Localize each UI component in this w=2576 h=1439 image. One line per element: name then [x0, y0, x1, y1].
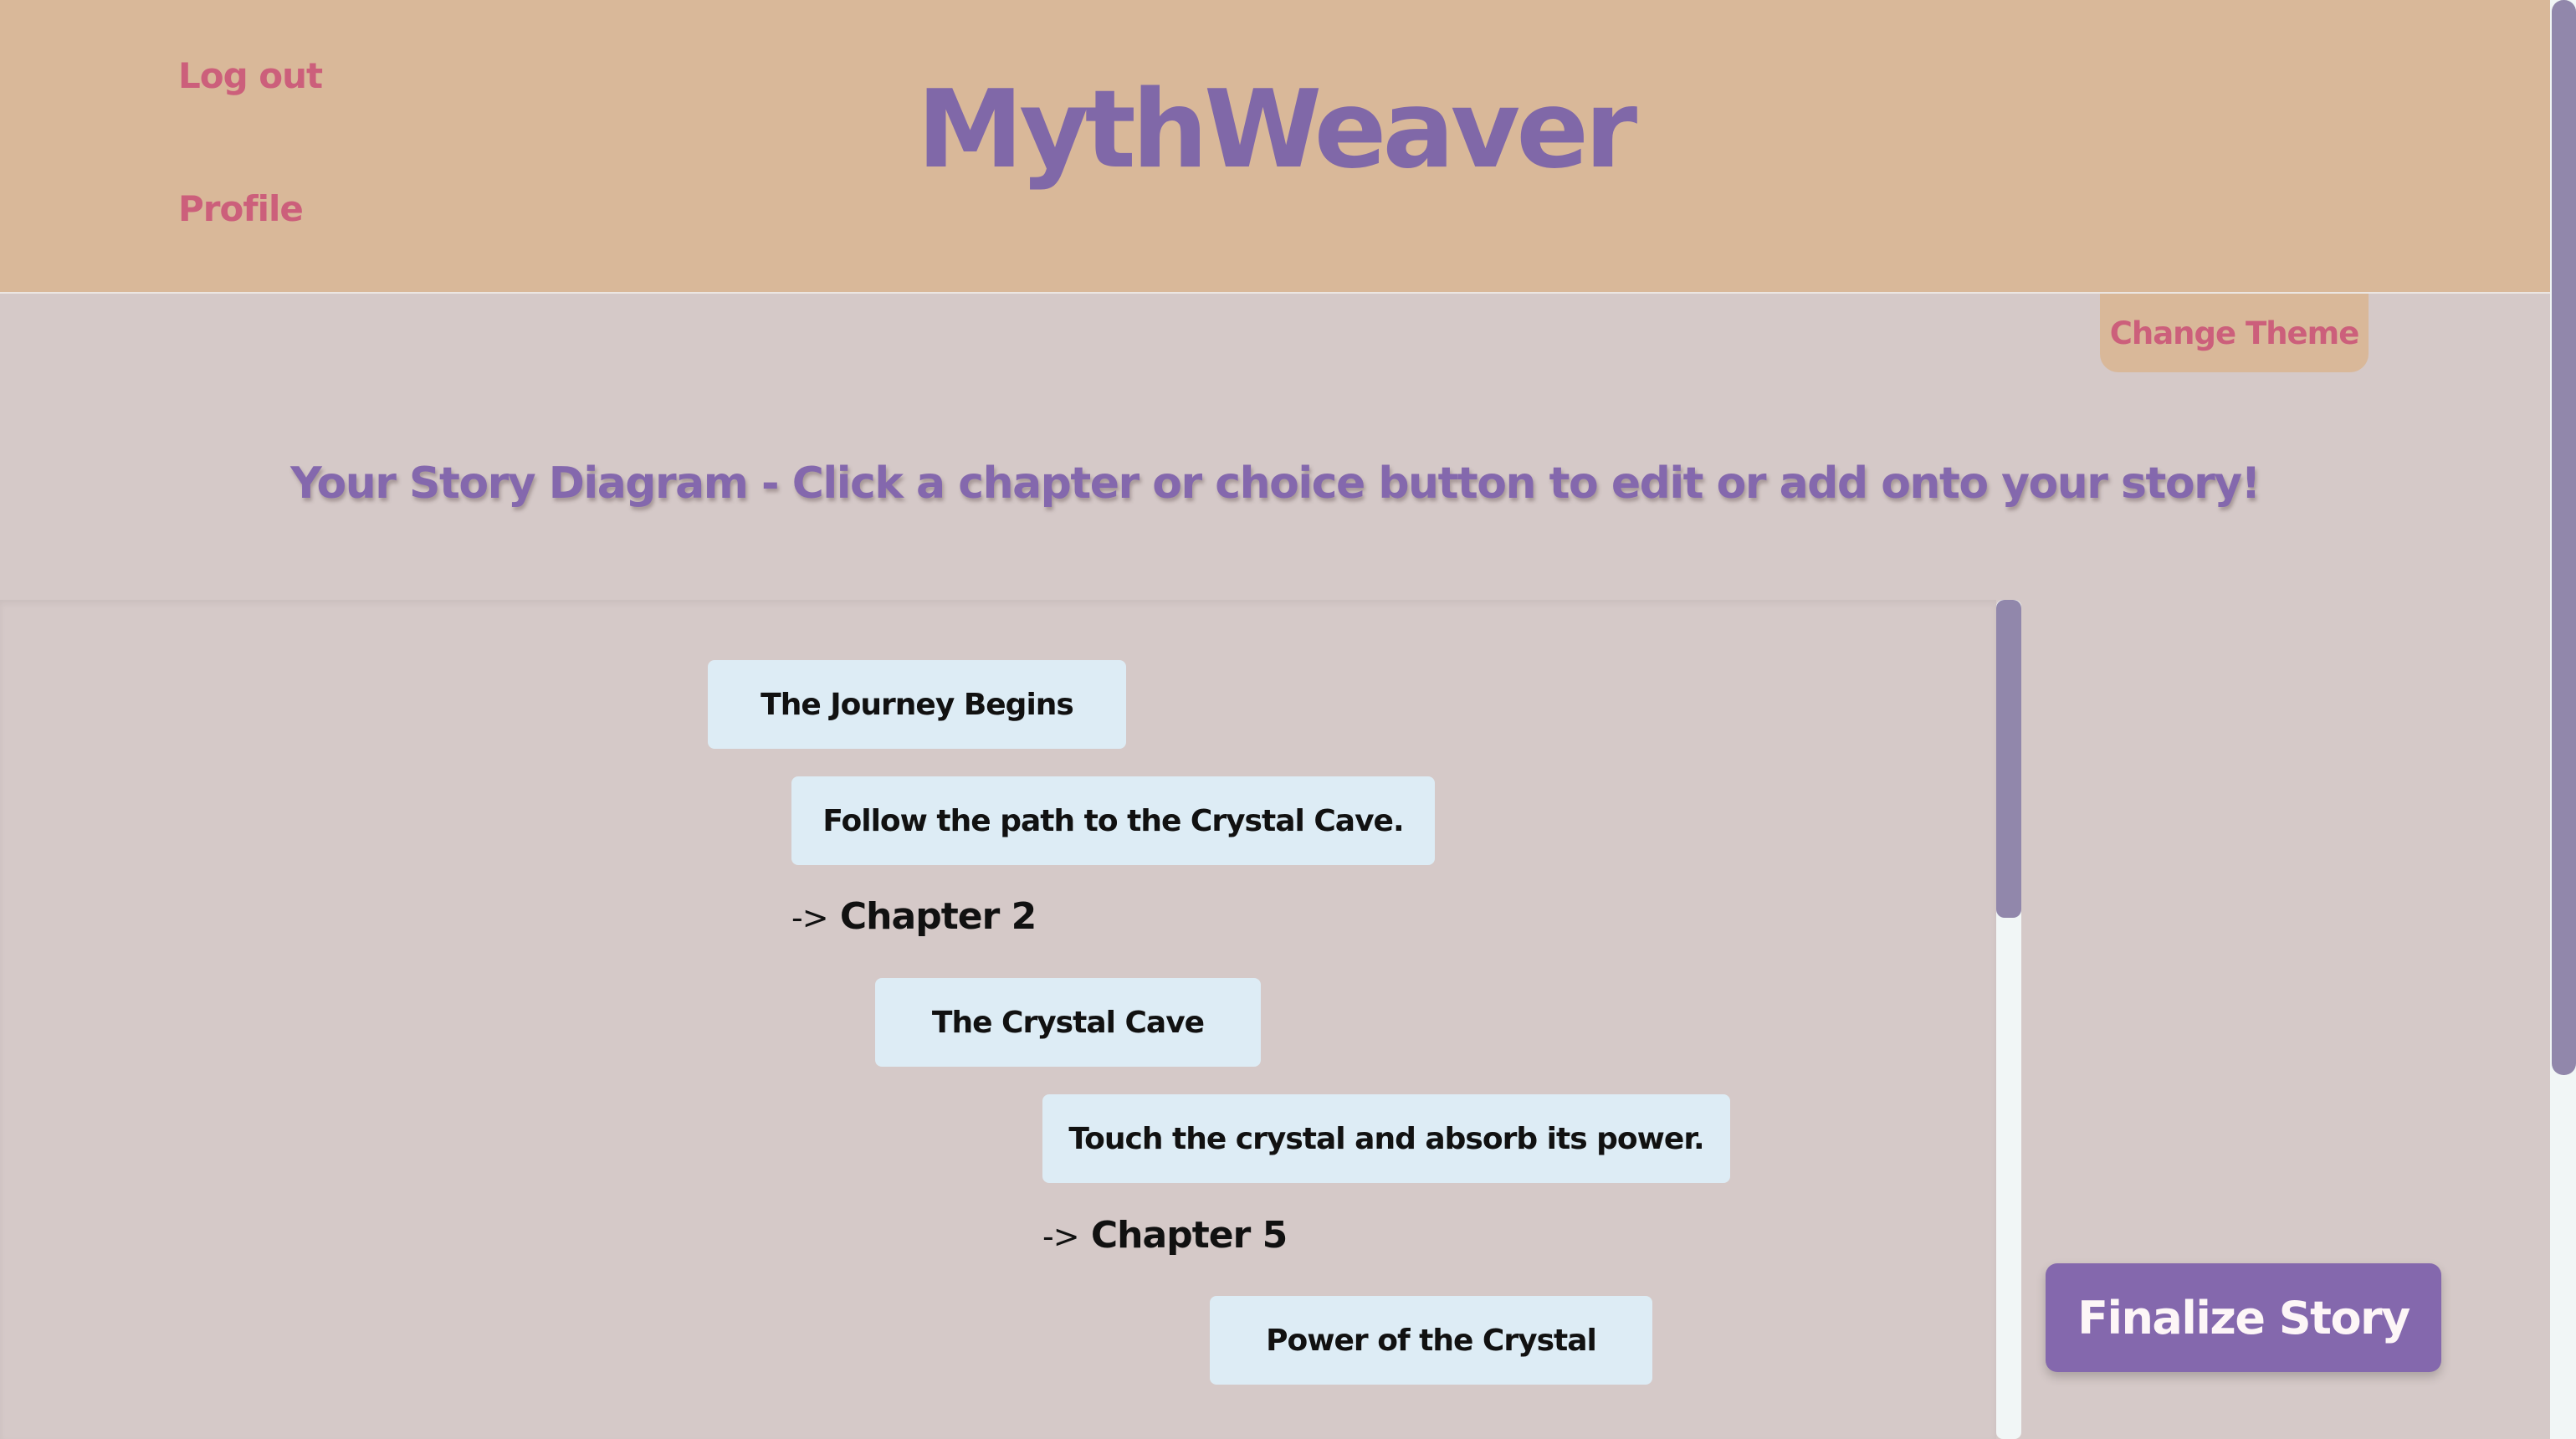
choice-node-2[interactable]: Touch the crystal and absorb its power.: [1042, 1094, 1730, 1183]
chapter-link-2: -> Chapter 5: [1042, 1214, 1288, 1257]
arrow-icon: ->: [1042, 1218, 1080, 1255]
chapter-node-1[interactable]: The Journey Begins: [708, 660, 1126, 749]
chapter-node-5[interactable]: Power of the Crystal: [1210, 1296, 1652, 1385]
app-title: MythWeaver: [916, 68, 1637, 192]
choice-node-1[interactable]: Follow the path to the Crystal Cave.: [791, 776, 1435, 865]
chapter-link-1: -> Chapter 2: [791, 895, 1037, 938]
diagram-heading: Your Story Diagram - Click a chapter or …: [290, 458, 2261, 509]
diagram-scrollbar-thumb[interactable]: [1996, 600, 2021, 918]
chapter-node-2[interactable]: The Crystal Cave: [875, 978, 1261, 1067]
finalize-story-button[interactable]: Finalize Story: [2046, 1263, 2441, 1372]
chapter-link-target: Chapter 2: [839, 895, 1037, 938]
story-diagram: The Journey Begins Follow the path to th…: [0, 600, 1996, 1439]
profile-link[interactable]: Profile: [178, 188, 304, 229]
arrow-icon: ->: [791, 899, 829, 936]
app-header: Log out Profile MythWeaver: [0, 0, 2550, 294]
chapter-link-target: Chapter 5: [1090, 1214, 1288, 1257]
story-diagram-page: Log out Profile MythWeaver Change Theme …: [0, 0, 2576, 1439]
change-theme-button[interactable]: Change Theme: [2100, 294, 2369, 372]
page-scrollbar-thumb[interactable]: [2552, 0, 2576, 1075]
